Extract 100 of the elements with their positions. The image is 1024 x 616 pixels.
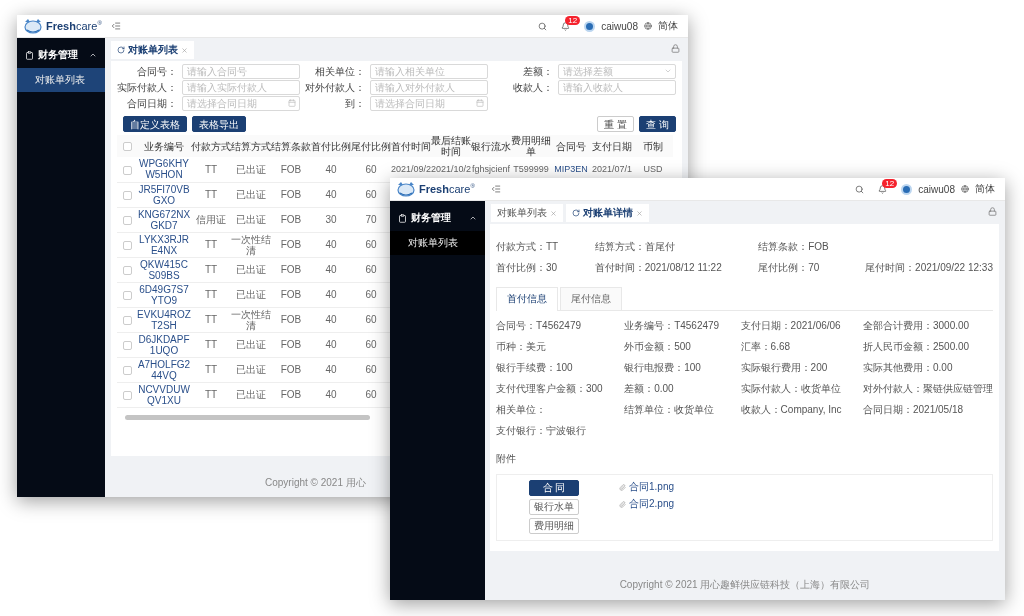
- menu-group[interactable]: 财务管理: [390, 205, 485, 231]
- lock-icon[interactable]: [671, 44, 680, 53]
- table-cell-text: 2021/07/1: [590, 163, 633, 175]
- column-header: 结算条款: [271, 140, 311, 152]
- logo-icon: [396, 181, 416, 197]
- summary-field: 结算方式：首尾付: [594, 240, 722, 254]
- table-link[interactable]: D6JKDAPF1UQO: [137, 333, 191, 356]
- detail-field: 支付日期：2021/06/06: [740, 319, 842, 333]
- checkbox[interactable]: [122, 390, 132, 400]
- action-button[interactable]: 自定义表格: [123, 116, 187, 132]
- search-icon[interactable]: [538, 21, 548, 31]
- detail-field: 外币金额：500: [624, 340, 720, 354]
- close-icon[interactable]: [550, 209, 557, 217]
- refresh-icon[interactable]: [572, 209, 580, 217]
- checkbox[interactable]: [122, 365, 132, 375]
- reset-button[interactable]: 重 置: [597, 116, 635, 132]
- logo-icon: [23, 18, 43, 34]
- menu-fold-icon[interactable]: [111, 21, 121, 31]
- table-cell: 一次性结清: [231, 308, 271, 331]
- table-cell-text: TT: [203, 314, 219, 325]
- text-field[interactable]: 请输入合同号: [182, 64, 300, 79]
- column-header: 结算方式: [231, 140, 271, 152]
- field-label: 合同号：: [136, 64, 177, 79]
- table-cell-text: 已出证: [235, 264, 267, 275]
- file-link[interactable]: 合同1.png: [629, 480, 675, 494]
- column-header: 首付时间: [391, 140, 431, 152]
- attachment-type-button[interactable]: 合 同: [529, 480, 579, 496]
- table-link[interactable]: KNG672NXGKD7: [137, 208, 191, 231]
- search-icon[interactable]: [855, 184, 865, 194]
- action-button[interactable]: 表格导出: [192, 116, 246, 132]
- checkbox[interactable]: [122, 215, 132, 225]
- field-label: 差额：: [522, 64, 553, 79]
- menu-item[interactable]: 对账单列表: [390, 231, 485, 255]
- tab[interactable]: 对账单列表: [111, 41, 194, 59]
- user-name[interactable]: caiwu08: [601, 20, 638, 32]
- avatar[interactable]: [584, 20, 596, 32]
- table-cell-text: TT: [203, 389, 219, 400]
- bell-icon[interactable]: [561, 21, 571, 31]
- checkbox[interactable]: [122, 240, 132, 250]
- detail-field: 业务编号：T4562479: [624, 319, 720, 333]
- detail-field: 对外付款人：聚链供应链管理: [863, 382, 993, 396]
- table-cell-text: FOB: [279, 364, 303, 375]
- table-cell: 一次性结清: [231, 233, 271, 256]
- checkbox[interactable]: [122, 290, 132, 300]
- checkbox[interactable]: [122, 340, 132, 350]
- language-label[interactable]: 简体: [658, 19, 678, 33]
- globe-icon[interactable]: [961, 185, 969, 193]
- menu-group[interactable]: 财务管理: [17, 42, 105, 68]
- lock-icon[interactable]: [988, 207, 997, 216]
- table-link[interactable]: EVKU4ROZT2SH: [137, 308, 191, 331]
- close-icon[interactable]: [636, 209, 643, 217]
- paperclip-icon: [619, 483, 626, 491]
- table-link[interactable]: 6D49G7S7YTO9: [137, 283, 191, 306]
- detail-field: 支付银行：宁波银行: [496, 424, 603, 438]
- detail-field: 实际银行费用：200: [740, 361, 842, 375]
- detail-field: 支付代理客户金额：300: [496, 382, 603, 396]
- checkbox[interactable]: [122, 142, 132, 152]
- checkbox[interactable]: [122, 190, 132, 200]
- table-cell-text: 60: [364, 364, 378, 375]
- table-cell-text: 已出证: [235, 389, 267, 400]
- column-header: 支付日期: [591, 140, 633, 152]
- column-header: 合同号: [555, 140, 587, 152]
- detail-field: 结算单位：收货单位: [624, 403, 720, 417]
- table-link[interactable]: JR5FI70VBGXO: [137, 183, 191, 206]
- table-cell-text: TT: [203, 189, 219, 200]
- menu-fold-icon[interactable]: [491, 184, 501, 194]
- language-label[interactable]: 简体: [975, 182, 995, 196]
- avatar[interactable]: [901, 183, 913, 195]
- bell-icon[interactable]: [878, 184, 888, 194]
- detail-field: 币种：美元: [496, 340, 603, 354]
- table-link[interactable]: NCVVDUWQV1XU: [137, 383, 191, 406]
- checkbox[interactable]: [122, 165, 132, 175]
- user-name[interactable]: caiwu08: [918, 183, 955, 195]
- checkbox[interactable]: [122, 315, 132, 325]
- table-cell-text: 已出证: [235, 339, 267, 350]
- tab[interactable]: 尾付信息: [560, 287, 622, 310]
- table-link[interactable]: WPG6KHYW5HON: [137, 158, 191, 181]
- paperclip-icon: [619, 500, 626, 508]
- attachment-type-button[interactable]: 费用明细: [529, 518, 579, 534]
- refresh-icon[interactable]: [117, 46, 125, 54]
- tab[interactable]: 对账单详情: [566, 204, 649, 222]
- scrollbar[interactable]: [125, 414, 370, 420]
- file-link[interactable]: 合同2.png: [629, 497, 675, 511]
- table-cell-text: 40: [324, 339, 338, 350]
- tab[interactable]: 对账单列表: [491, 204, 563, 222]
- detail-field: 实际付款人：收货单位: [740, 382, 842, 396]
- detail-field: 差额：0.00: [624, 382, 720, 396]
- globe-icon[interactable]: [644, 22, 652, 30]
- menu-item[interactable]: 对账单列表: [17, 68, 105, 92]
- checkbox[interactable]: [122, 265, 132, 275]
- table-link[interactable]: LYKX3RJRE4NX: [137, 233, 191, 256]
- close-icon[interactable]: [181, 46, 188, 54]
- table-link[interactable]: QKW415CS09BS: [137, 258, 191, 281]
- table-link[interactable]: A7HOLFG244VQ: [137, 358, 191, 381]
- attachment-type-button[interactable]: 银行水单: [529, 499, 579, 515]
- query-button[interactable]: 查 询: [639, 116, 676, 132]
- detail-field: 折人民币金额：2500.00: [863, 340, 993, 354]
- table-cell-text: 40: [324, 264, 338, 275]
- tab[interactable]: 首付信息: [496, 287, 558, 311]
- table-cell-text: FOB: [279, 314, 303, 325]
